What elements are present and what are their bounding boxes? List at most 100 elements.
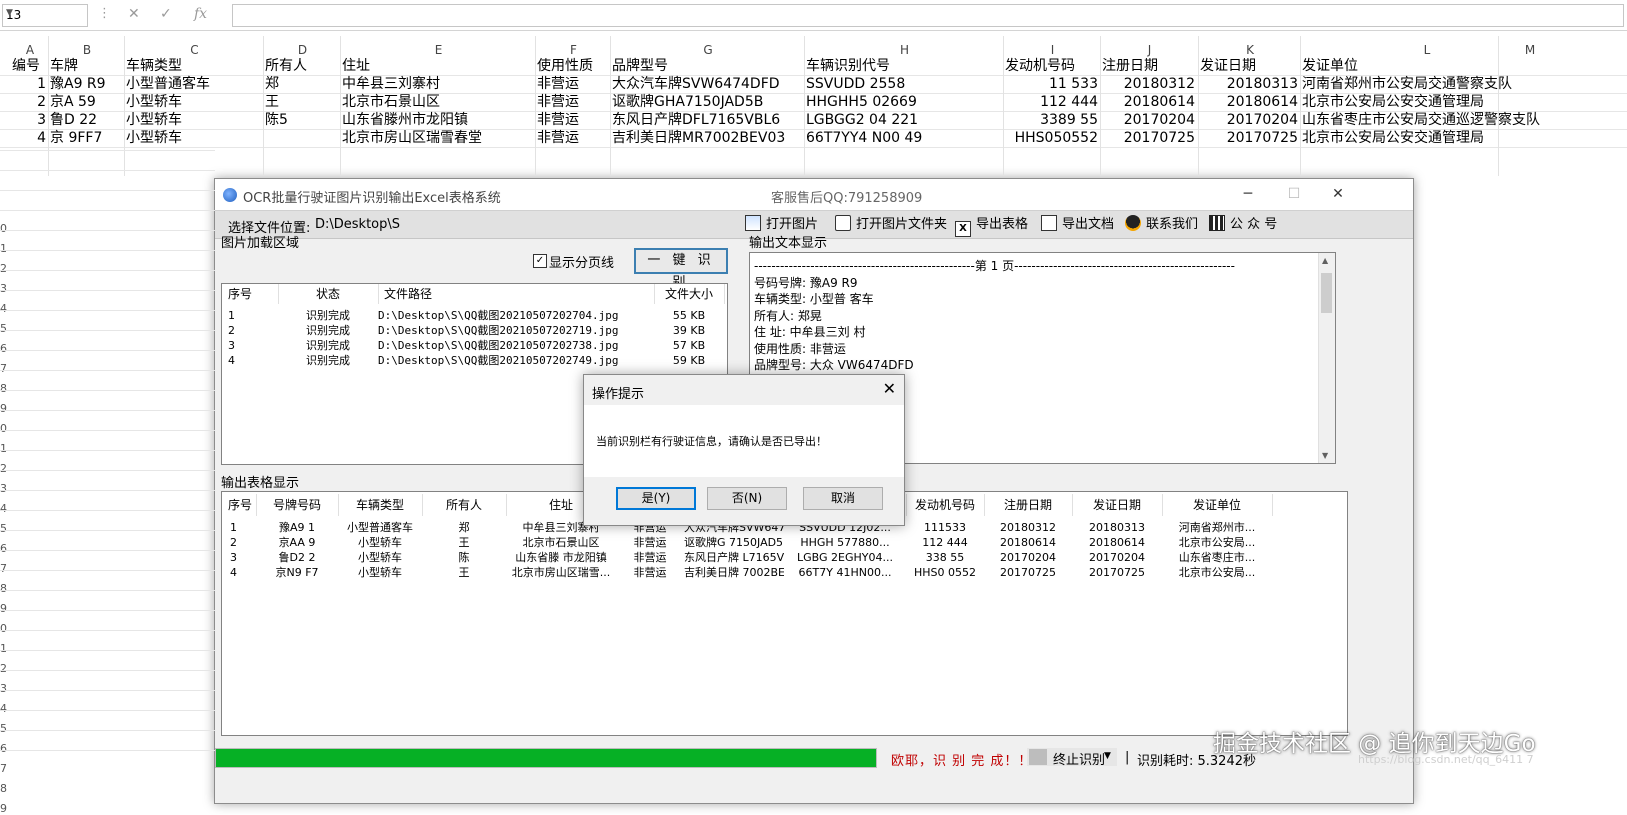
sheet-cell[interactable]: 66T7YY4 N00 49 [806, 129, 1001, 147]
column-header[interactable]: F [537, 43, 610, 57]
sheet-cell[interactable]: 发证单位 [1302, 57, 1550, 75]
vertical-scrollbar[interactable]: ▲ ▼ [1318, 253, 1335, 463]
sheet-cell[interactable]: 2 [12, 93, 46, 111]
sheet-cell[interactable]: 京 9FF7 [50, 129, 122, 147]
column-header[interactable]: J [1102, 43, 1197, 57]
sheet-row[interactable]: 2 京A 59 小型轿车王北京市石景山区 非营运 讴歌牌GHA7150JAD5B HHGH… [0, 93, 1627, 112]
cancel-button[interactable]: 取消 [803, 487, 883, 510]
export-table-button[interactable]: X 导出表格 [955, 214, 1028, 237]
sheet-cell[interactable]: 北京市公安局公安交通管理局 [1302, 129, 1550, 147]
row-number[interactable]: 2 [0, 262, 10, 275]
sheet-cell[interactable]: 讴歌牌GHA7150JAD5B [612, 93, 802, 111]
row-number[interactable]: 8 [0, 782, 10, 795]
sheet-cell[interactable]: 非营运 [537, 93, 608, 111]
row-number[interactable]: 9 [0, 602, 10, 615]
sheet-cell[interactable]: 郑 [265, 75, 338, 93]
row-number[interactable]: 0 [0, 222, 10, 235]
row-number[interactable]: 3 [0, 282, 10, 295]
column-header[interactable]: C [126, 43, 263, 57]
confirm-icon[interactable]: ✓ [160, 6, 172, 22]
row-number[interactable]: 0 [0, 422, 10, 435]
sheet-cell[interactable]: 编号 [12, 57, 46, 75]
sheet-cell[interactable]: HHGHH5 02669 [806, 93, 1001, 111]
row-number[interactable]: 4 [0, 702, 10, 715]
sheet-cell[interactable]: 中牟县三刘寨村 [342, 75, 533, 93]
chevron-down-icon[interactable]: ▼ [6, 8, 83, 18]
sheet-row[interactable]: 4京 9FF7 小型轿车 北京市房山区瑞雪春堂 非营运 吉利美日牌MR7002BEV03… [0, 129, 1627, 148]
output-table-row[interactable]: 3鲁D2 2小型轿车陈山东省滕 市龙阳镇非营运东风日产牌 L7165VBL6LG… [222, 550, 1347, 565]
row-number[interactable]: 3 [0, 482, 10, 495]
sheet-cell[interactable]: 小型轿车 [126, 111, 261, 129]
sheet-cell[interactable]: 发证日期 [1200, 57, 1298, 75]
recognize-button[interactable]: 一 键 识 别 [634, 248, 728, 290]
column-header[interactable]: E [342, 43, 535, 57]
output-col-header[interactable]: 发证单位 [1162, 494, 1273, 516]
row-number[interactable]: 3 [0, 682, 10, 695]
scroll-up-icon[interactable]: ▲ [1322, 256, 1328, 265]
sheet-cell[interactable]: 吉利美日牌MR7002BEV03 [612, 129, 802, 147]
sheet-cell[interactable]: 山东省枣庄市公安局交通巡逻警察支队 [1302, 111, 1550, 129]
sheet-cell[interactable]: 使用性质 [537, 57, 608, 75]
sheet-cell[interactable]: 山东省滕州市龙阳镇 [342, 111, 533, 129]
row-number[interactable]: 0 [0, 622, 10, 635]
scroll-thumb[interactable] [1321, 273, 1332, 313]
sheet-cell[interactable]: 小型轿车 [126, 93, 261, 111]
file-row[interactable]: 2 识别完成 D:\Desktop\S\QQ截图20210507202719.jpg… [222, 323, 727, 338]
sheet-cell[interactable]: 品牌型号 [612, 57, 802, 75]
row-number[interactable]: 1 [0, 242, 10, 255]
output-col-header[interactable]: 序号 [224, 494, 257, 516]
column-header[interactable]: K [1200, 43, 1300, 57]
file-location-value[interactable]: D:\Desktop\S [315, 217, 400, 232]
column-header[interactable]: H [806, 43, 1003, 57]
sheet-cell[interactable]: 注册日期 [1102, 57, 1195, 75]
sheet-cell[interactable]: 20180614 [1102, 93, 1195, 111]
formula-input[interactable] [232, 4, 1624, 27]
column-header[interactable]: I [1005, 43, 1100, 57]
sheet-cell[interactable]: 20170204 [1200, 111, 1298, 129]
row-number[interactable]: 5 [0, 322, 10, 335]
sheet-cell[interactable]: 3389 55 [1005, 111, 1098, 129]
sheet-cell[interactable]: HHS050552 [1005, 129, 1098, 147]
column-header[interactable]: B [50, 43, 124, 57]
sheet-cell[interactable] [265, 129, 338, 147]
sheet-cell[interactable]: 20180313 [1200, 75, 1298, 93]
row-number[interactable]: 8 [0, 382, 10, 395]
row-number[interactable]: 6 [0, 742, 10, 755]
file-row[interactable]: 4 识别完成 D:\Desktop\S\QQ截图20210507202749.jpg… [222, 353, 727, 368]
sheet-cell[interactable]: 北京市石景山区 [342, 93, 533, 111]
output-table[interactable]: 序号号牌号码车辆类型所有人住址使用性质品牌型号代号发动机号码注册日期发证日期发证… [221, 491, 1348, 736]
sheet-cell[interactable]: 东风日产牌DFL7165VBL6 [612, 111, 802, 129]
file-row[interactable]: 3 识别完成 D:\Desktop\S\QQ截图20210507202738.jpg… [222, 338, 727, 353]
sheet-cell[interactable]: 小型轿车 [126, 129, 261, 147]
row-number[interactable]: 7 [0, 362, 10, 375]
file-row[interactable]: 1 识别完成 D:\Desktop\S\QQ截图20210507202704.jpg… [222, 308, 727, 323]
row-number[interactable]: 1 [0, 642, 10, 655]
chevron-down-icon[interactable]: ▼ [1104, 751, 1111, 761]
sheet-cell[interactable]: SSVUDD 2558 [806, 75, 1001, 93]
sheet-cell[interactable]: 非营运 [537, 129, 608, 147]
row-number[interactable]: 5 [0, 522, 10, 535]
output-table-row[interactable]: 4京N9 F7小型轿车王北京市房山区瑞雪...非营运吉利美日牌 7002BEV0… [222, 565, 1347, 580]
sheet-cell[interactable]: 车辆识别代号 [806, 57, 1001, 75]
row-number[interactable]: 9 [0, 402, 10, 415]
sheet-cell[interactable]: 豫A9 R9 [50, 75, 122, 93]
row-number[interactable]: 8 [0, 582, 10, 595]
output-col-header[interactable]: 发动机号码 [906, 494, 985, 516]
file-col-path[interactable]: 文件路径 [378, 284, 655, 304]
output-col-header[interactable]: 号牌号码 [256, 494, 339, 516]
open-folder-button[interactable]: 打开图片文件夹 [835, 214, 947, 235]
sheet-cell[interactable]: 大众汽车牌SVW6474DFD [612, 75, 802, 93]
sheet-cell[interactable]: 20170204 [1102, 111, 1195, 129]
export-doc-button[interactable]: 导出文档 [1041, 214, 1114, 235]
sheet-row[interactable]: 3 鲁D 22 小型轿车 陈5 山东省滕州市龙阳镇 非营运 东风日产牌DFL7165VBL6… [0, 111, 1627, 130]
output-table-row[interactable]: 2 京AA 9 小型轿车王北京市石景山区 非营运 讴歌牌G 7150JAD5B HHGH … [222, 535, 1347, 550]
sheet-row[interactable]: 1 豫A9 R9 小型普通客车郑中牟县三刘寨村 非营运 大众汽车牌SVW6474DFD S… [0, 75, 1627, 94]
output-col-header[interactable]: 所有人 [422, 494, 507, 516]
row-number[interactable]: 6 [0, 542, 10, 555]
close-icon[interactable]: ✕ [883, 379, 896, 398]
sheet-cell[interactable]: 车牌 [50, 57, 122, 75]
cancel-icon[interactable]: ✕ [128, 6, 140, 22]
no-button[interactable]: 否(N) [707, 487, 787, 510]
function-icon[interactable]: fx [194, 6, 207, 22]
row-number[interactable]: 5 [0, 722, 10, 735]
